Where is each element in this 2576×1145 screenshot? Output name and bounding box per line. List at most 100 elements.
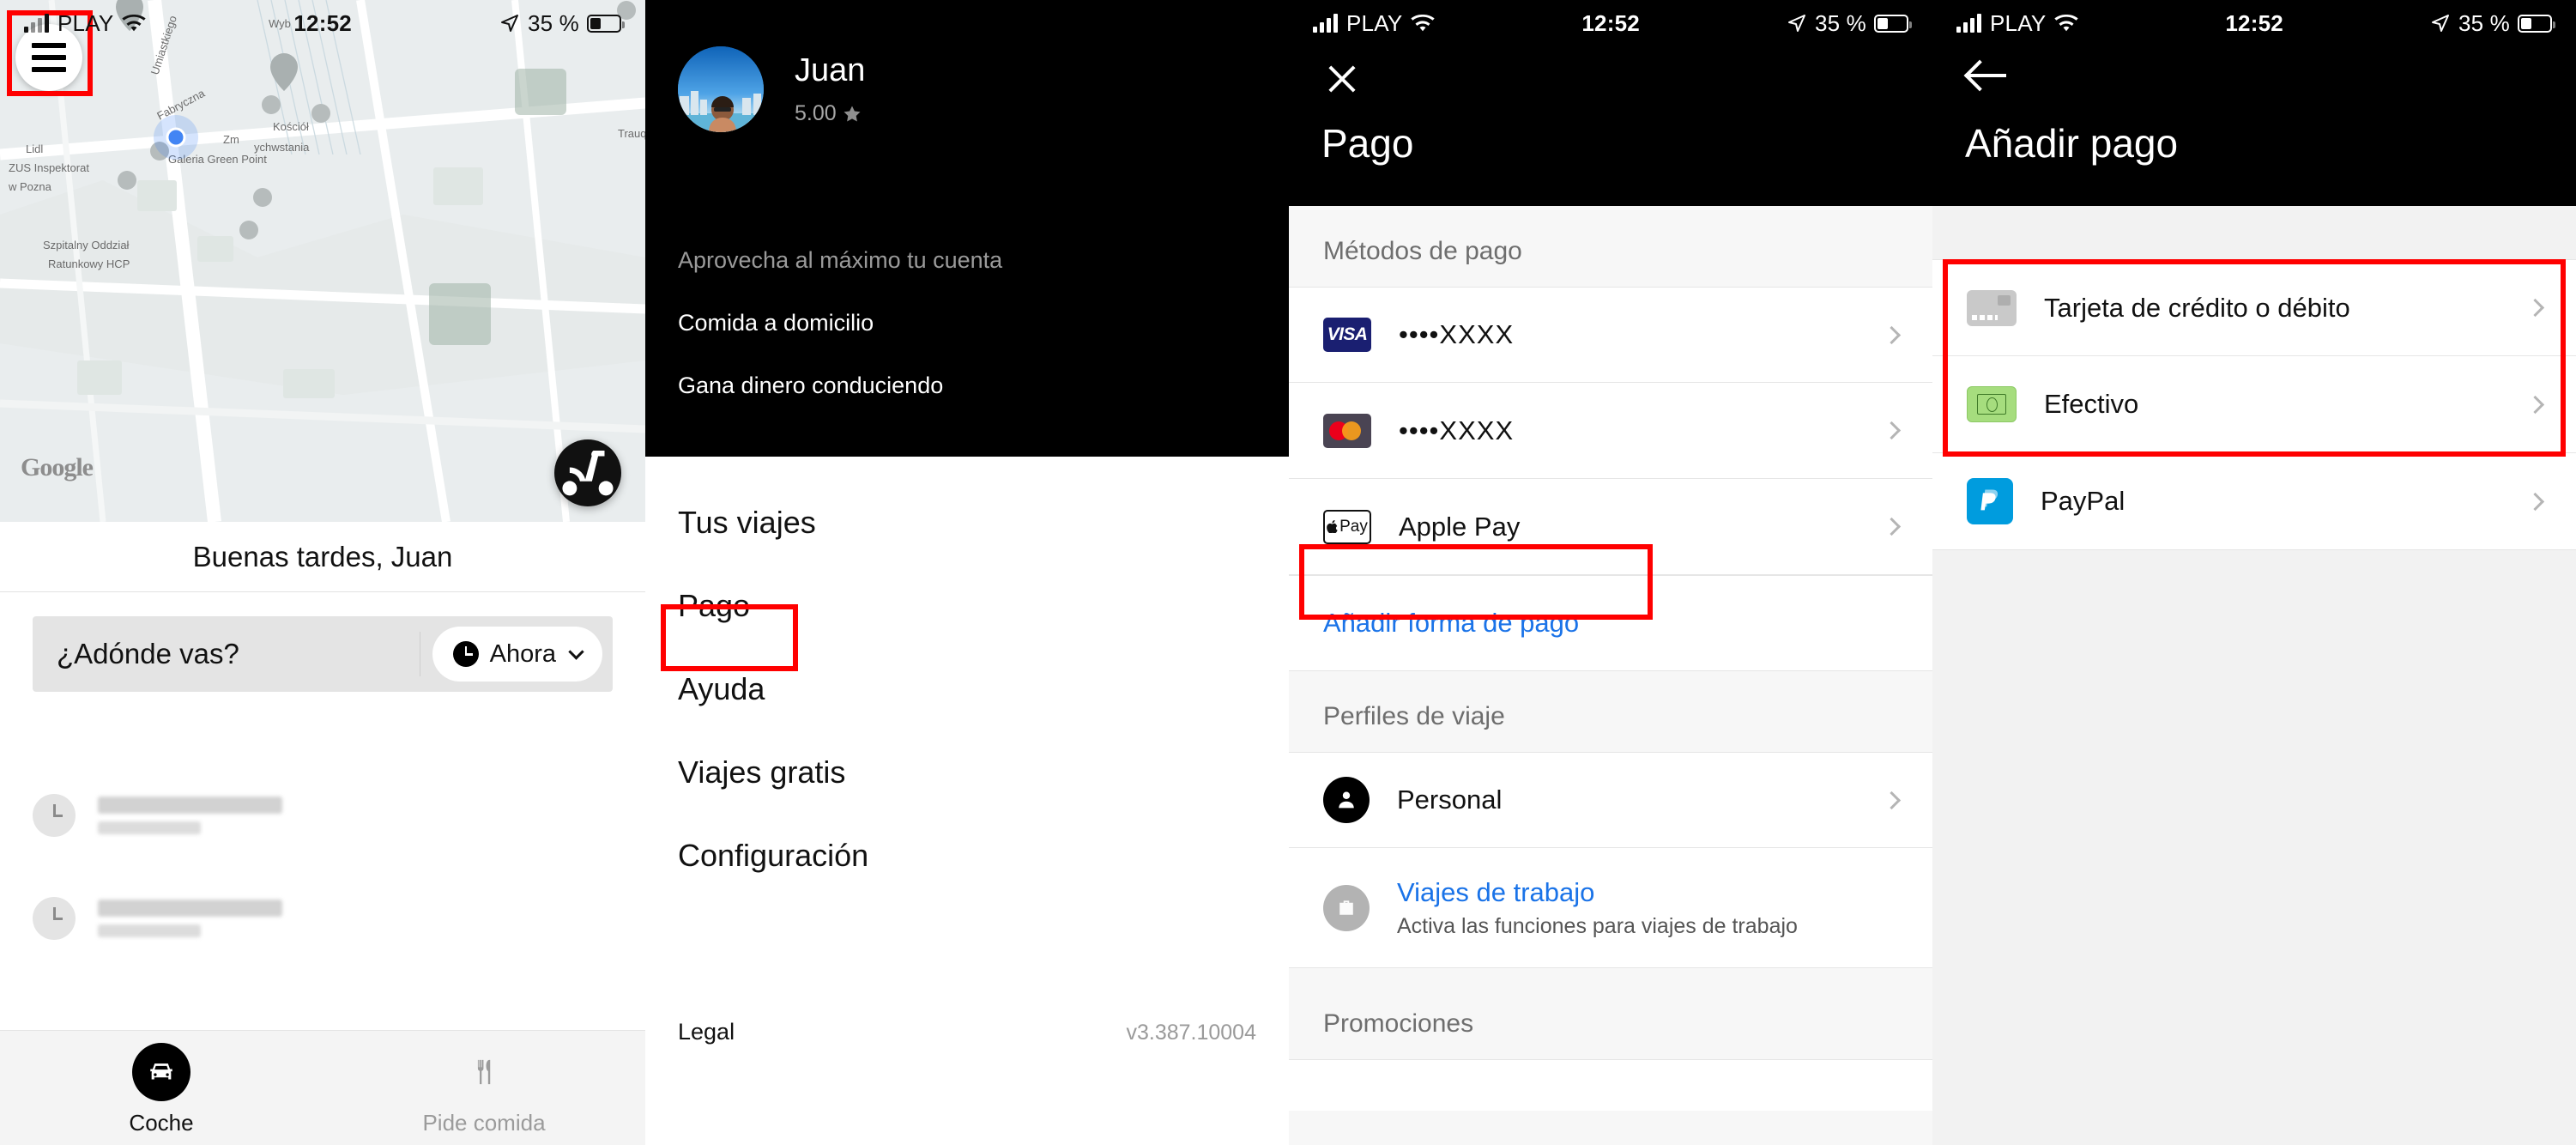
option-row-paypal[interactable]: PayPal [1932, 453, 2576, 550]
tab-coche[interactable]: Coche [0, 1043, 323, 1136]
clock-history-icon [33, 897, 76, 940]
svg-text:Trauqutta: Trauqutta [618, 127, 645, 140]
svg-text:Szpitalny Oddział: Szpitalny Oddział [43, 239, 130, 251]
scooter-fab-button[interactable] [554, 439, 621, 506]
profile-row-trabajo[interactable]: Viajes de trabajo Activa las funciones p… [1289, 848, 1932, 968]
status-left: PLAY [1956, 10, 2079, 37]
drawer-item-tus-viajes[interactable]: Tus viajes [678, 505, 1256, 541]
app-version: v3.387.10004 [1126, 1021, 1256, 1045]
drawer-header: Juan 5.00 [645, 0, 1289, 216]
drawer-promo-list: Aprovecha al máximo tu cuenta Comida a d… [645, 216, 1289, 457]
now-label: Ahora [489, 639, 556, 668]
where-to-label: ¿Adónde vas? [57, 638, 239, 669]
paypal-logo [1967, 478, 2013, 524]
clock-history-icon [33, 794, 76, 837]
where-to-section: ¿Adónde vas? Ahora [0, 592, 645, 692]
drawer-item-ayuda[interactable]: Ayuda [678, 671, 1256, 707]
pago-sheet: Métodos de pago VISA ••••XXXX ••••XXXX P… [1289, 206, 1932, 1145]
where-to-bar[interactable]: ¿Adónde vas? Ahora [33, 616, 613, 692]
drawer-item-viajes-gratis[interactable]: Viajes gratis [678, 754, 1256, 791]
profile-trabajo-text: Viajes de trabajo Activa las funciones p… [1397, 877, 1898, 939]
status-bar: PLAY 12:52 35 % [1289, 0, 1932, 46]
profile-name: Juan [795, 52, 866, 88]
paypal-glyph [1980, 489, 1999, 511]
battery-percent-label: 35 % [2458, 9, 2510, 36]
recent-text [98, 797, 282, 834]
status-time: 12:52 [2225, 9, 2283, 36]
panel-side-menu: Juan 5.00 Aprovecha al máximo tu cuenta … [645, 0, 1289, 1145]
location-arrow-icon [500, 15, 518, 32]
chevron-right-icon [2525, 492, 2545, 511]
drawer-item-aprovecha[interactable]: Aprovecha al máximo tu cuenta [678, 247, 1256, 274]
map-canvas[interactable]: Umiastkiego Fabryczna Wyb Kościół ychwst… [0, 0, 645, 522]
svg-text:Kościół: Kościół [273, 120, 309, 133]
status-bar: PLAY 12:52 35 % [1932, 0, 2576, 46]
drawer-item-comida[interactable]: Comida a domicilio [678, 310, 1256, 336]
map-vector: Umiastkiego Fabryczna Wyb Kościół ychwst… [0, 0, 645, 522]
profile-meta: Juan 5.00 [795, 52, 865, 126]
drawer-item-configuracion[interactable]: Configuración [678, 838, 1256, 874]
apple-pay-label: Apple Pay [1399, 511, 1521, 542]
highlight-box-anadir-forma-de-pago [1299, 544, 1653, 620]
option-paypal-label: PayPal [2041, 486, 2126, 516]
section-header-metodos: Métodos de pago [1289, 206, 1932, 287]
svg-text:Zm: Zm [223, 133, 239, 146]
schedule-now-button[interactable]: Ahora [432, 627, 602, 682]
tab-coche-label: Coche [129, 1110, 194, 1136]
chevron-down-icon [568, 643, 584, 660]
list-top-spacer [1932, 206, 2576, 259]
status-left: PLAY [24, 9, 147, 37]
hamburger-bar [32, 67, 66, 72]
status-right: 35 % [499, 9, 625, 37]
legal-row: Legal v3.387.10004 [678, 1019, 1256, 1045]
payment-row-visa[interactable]: VISA ••••XXXX [1289, 287, 1932, 383]
car-icon [132, 1043, 190, 1101]
profile-row-personal[interactable]: Personal [1289, 752, 1932, 848]
promo-row-placeholder[interactable] [1289, 1059, 1932, 1111]
drawer-nav-list: Tus viajes Pago Ayuda Viajes gratis Conf… [645, 457, 1289, 1145]
payment-row-mastercard[interactable]: ••••XXXX [1289, 383, 1932, 479]
apple-pay-text: Pay [1339, 517, 1368, 536]
rating-value: 5.00 [795, 101, 837, 125]
chevron-right-icon [1882, 791, 1902, 809]
cutlery-icon [455, 1043, 513, 1101]
legal-label[interactable]: Legal [678, 1019, 735, 1045]
carrier-label: PLAY [1346, 9, 1403, 36]
status-right: 35 % [1787, 10, 1912, 37]
close-icon[interactable] [1323, 60, 1361, 98]
profile-trabajo-label: Viajes de trabajo [1397, 876, 1595, 907]
apple-pay-logo: Pay [1323, 509, 1371, 544]
drawer-item-gana-dinero[interactable]: Gana dinero conduciendo [678, 373, 1256, 399]
clock-icon [452, 641, 479, 667]
location-arrow-icon [2431, 15, 2449, 32]
location-arrow-icon [1787, 15, 1805, 32]
visa-logo: VISA [1323, 318, 1371, 352]
recent-subtitle-redacted [98, 821, 201, 834]
profile-rating: 5.00 [795, 101, 865, 126]
recent-text [98, 900, 282, 937]
profile-block[interactable]: Juan 5.00 [678, 46, 865, 132]
profile-trabajo-sub: Activa las funciones para viajes de trab… [1397, 913, 1798, 938]
back-arrow-icon[interactable] [1967, 57, 2010, 94]
battery-percent-label: 35 % [527, 9, 579, 36]
wifi-icon [122, 14, 147, 31]
svg-text:ZUS Inspektorat: ZUS Inspektorat [9, 161, 89, 174]
mastercard-logo [1323, 413, 1371, 448]
battery-icon [587, 14, 625, 33]
panel-home-map: Umiastkiego Fabryczna Wyb Kościół ychwst… [0, 0, 645, 1145]
google-logo: Google [21, 453, 94, 482]
list-item[interactable] [0, 764, 645, 867]
svg-text:ychwstania: ychwstania [254, 141, 310, 154]
page-title: Añadir pago [1965, 121, 2179, 166]
highlight-box-payment-options [1943, 259, 2566, 457]
tab-pide-comida-label: Pide comida [422, 1110, 546, 1136]
section-header-promociones: Promociones [1289, 968, 1932, 1059]
tab-pide-comida[interactable]: Pide comida [323, 1043, 645, 1136]
panel-pago: Pago PLAY 12:52 35 % Métodos de pago VIS… [1289, 0, 1932, 1145]
status-left: PLAY [1313, 9, 1436, 37]
svg-text:w Pozna: w Pozna [8, 180, 52, 193]
carrier-label: PLAY [57, 9, 114, 36]
recent-title-redacted [98, 900, 282, 917]
list-item[interactable] [0, 867, 645, 970]
chevron-right-icon [1882, 325, 1902, 344]
